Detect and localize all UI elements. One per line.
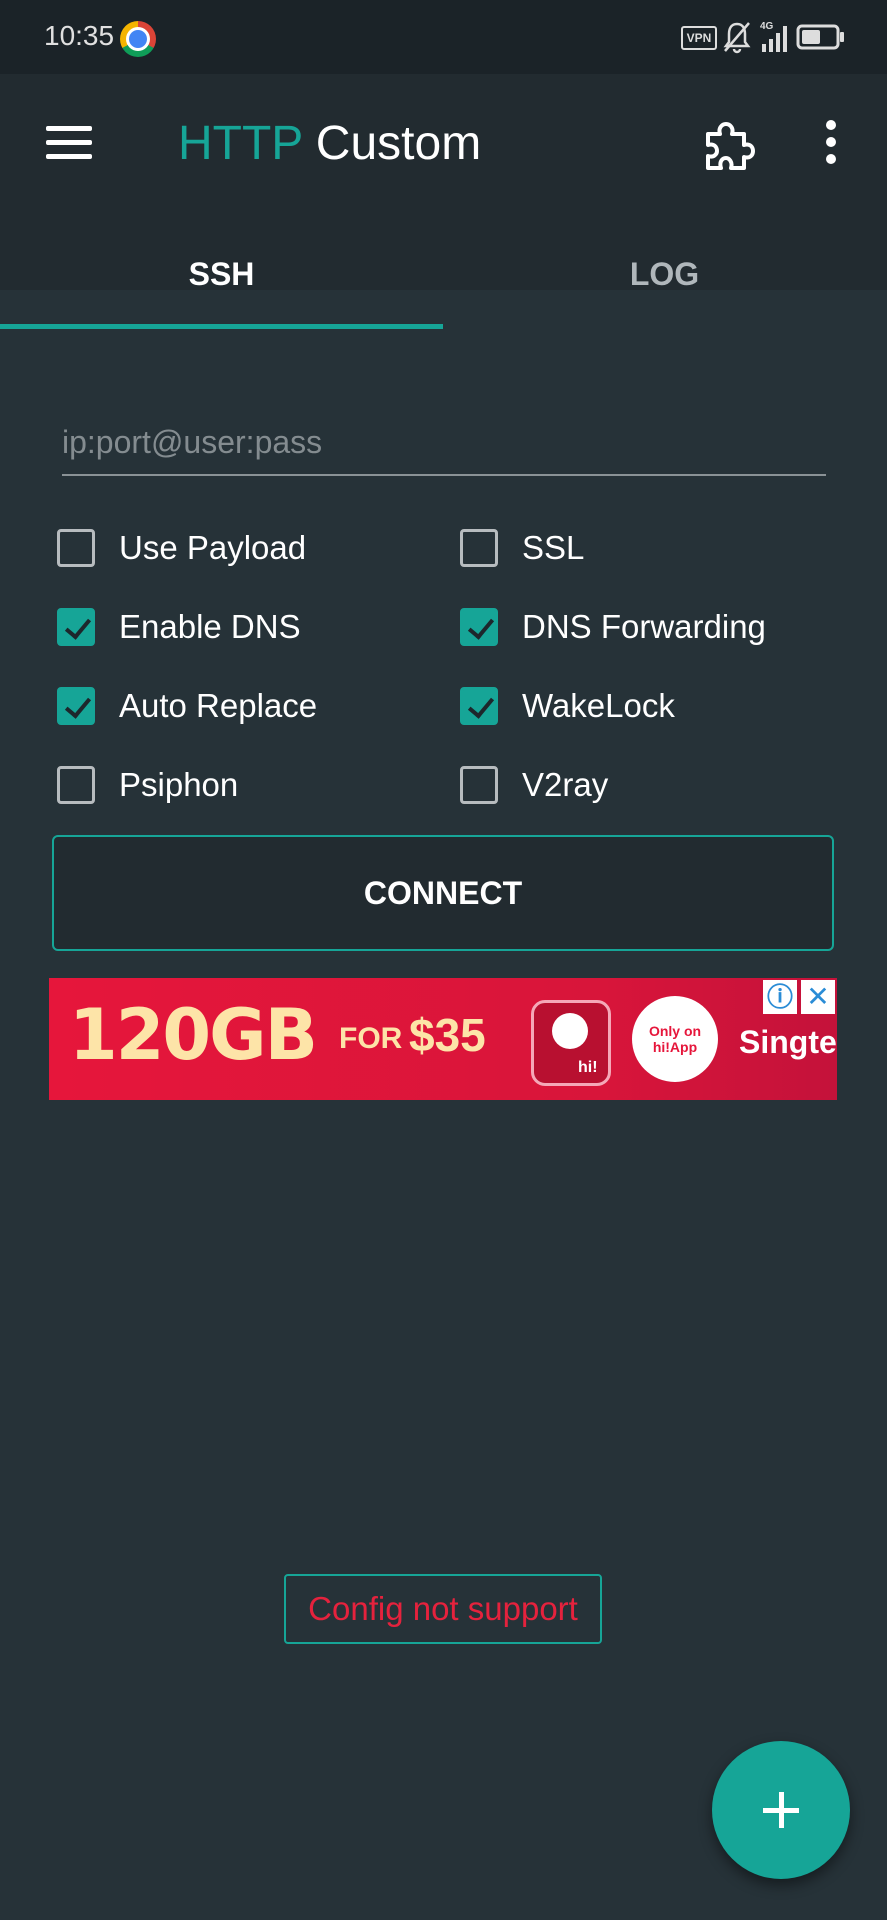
option-label: DNS Forwarding bbox=[522, 608, 766, 645]
option-enable-dns[interactable]: Enable DNS bbox=[57, 602, 301, 652]
info-icon[interactable]: ⓘ bbox=[763, 980, 797, 1014]
ad-only-badge: Only on hi!App bbox=[632, 996, 718, 1082]
option-label: Psiphon bbox=[119, 766, 239, 803]
checkbox[interactable] bbox=[460, 766, 498, 804]
ad-brand-logo: Singtel bbox=[739, 1024, 837, 1060]
bell-off-icon bbox=[723, 22, 751, 54]
checkbox[interactable] bbox=[57, 687, 95, 725]
option-label: Enable DNS bbox=[119, 608, 301, 645]
ad-headline: 120GB bbox=[69, 994, 318, 1076]
ad-mascot-text: hi! bbox=[578, 1059, 598, 1076]
option-psiphon[interactable]: Psiphon bbox=[57, 760, 238, 810]
chrome-icon bbox=[120, 21, 156, 57]
option-label: Use Payload bbox=[119, 529, 307, 566]
tab-log[interactable]: LOG bbox=[443, 256, 886, 293]
close-icon[interactable]: ✕ bbox=[801, 980, 835, 1014]
add-fab-button[interactable] bbox=[712, 1741, 850, 1879]
ad-mascot-image: hi! bbox=[531, 1000, 611, 1086]
option-v2ray[interactable]: V2ray bbox=[460, 760, 608, 810]
more-options-icon[interactable] bbox=[826, 120, 838, 164]
ad-for-text: FOR bbox=[339, 1022, 403, 1055]
connect-button[interactable]: CONNECT bbox=[52, 835, 834, 951]
signal-icon: 4G bbox=[760, 21, 787, 52]
tab-ssh[interactable]: SSH bbox=[0, 256, 443, 293]
option-wakelock[interactable]: WakeLock bbox=[460, 681, 675, 731]
app-title-accent: HTTP bbox=[178, 117, 303, 170]
checkbox[interactable] bbox=[57, 608, 95, 646]
app-title: HTTP Custom bbox=[178, 116, 481, 171]
server-input[interactable] bbox=[62, 416, 826, 468]
option-dns-forwarding[interactable]: DNS Forwarding bbox=[460, 602, 766, 652]
checkbox[interactable] bbox=[460, 687, 498, 725]
status-time: 10:35 bbox=[44, 20, 115, 51]
server-input-container bbox=[62, 416, 826, 476]
ad-price: $35 bbox=[409, 1009, 486, 1061]
option-use-payload[interactable]: Use Payload bbox=[57, 523, 306, 573]
tab-indicator bbox=[0, 324, 443, 329]
option-ssl[interactable]: SSL bbox=[460, 523, 584, 573]
option-auto-replace[interactable]: Auto Replace bbox=[57, 681, 317, 731]
app-title-rest: Custom bbox=[315, 117, 482, 170]
option-label: V2ray bbox=[522, 766, 609, 803]
puzzle-icon[interactable] bbox=[700, 118, 756, 174]
option-label: WakeLock bbox=[522, 687, 675, 724]
battery-icon bbox=[796, 24, 844, 50]
option-label: Auto Replace bbox=[119, 687, 318, 724]
option-label: SSL bbox=[522, 529, 585, 566]
checkbox[interactable] bbox=[460, 529, 498, 567]
checkbox[interactable] bbox=[57, 529, 95, 567]
menu-icon[interactable] bbox=[46, 126, 94, 160]
checkbox[interactable] bbox=[460, 608, 498, 646]
network-label: 4G bbox=[760, 21, 774, 32]
status-bar: 10:35 VPN 4G bbox=[0, 0, 887, 74]
ad-banner[interactable]: 120GB FOR $35 hi! Only on hi!App Singtel… bbox=[49, 978, 837, 1100]
status-message: Config not support bbox=[284, 1574, 602, 1644]
vpn-icon: VPN bbox=[681, 26, 717, 50]
checkbox[interactable] bbox=[57, 766, 95, 804]
